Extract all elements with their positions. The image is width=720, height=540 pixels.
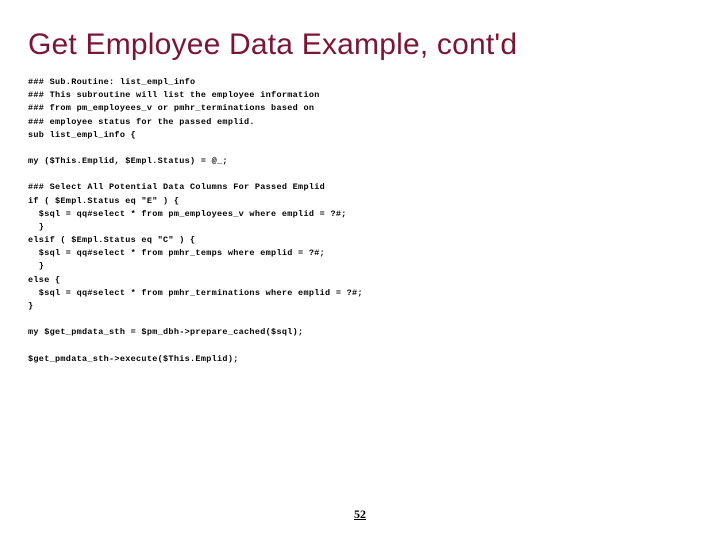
code-block: ### Sub.Routine: list_empl_info ### This… <box>28 76 692 366</box>
slide: Get Employee Data Example, cont'd ### Su… <box>0 0 720 540</box>
page-number: 52 <box>0 507 720 522</box>
slide-title: Get Employee Data Example, cont'd <box>28 28 692 62</box>
